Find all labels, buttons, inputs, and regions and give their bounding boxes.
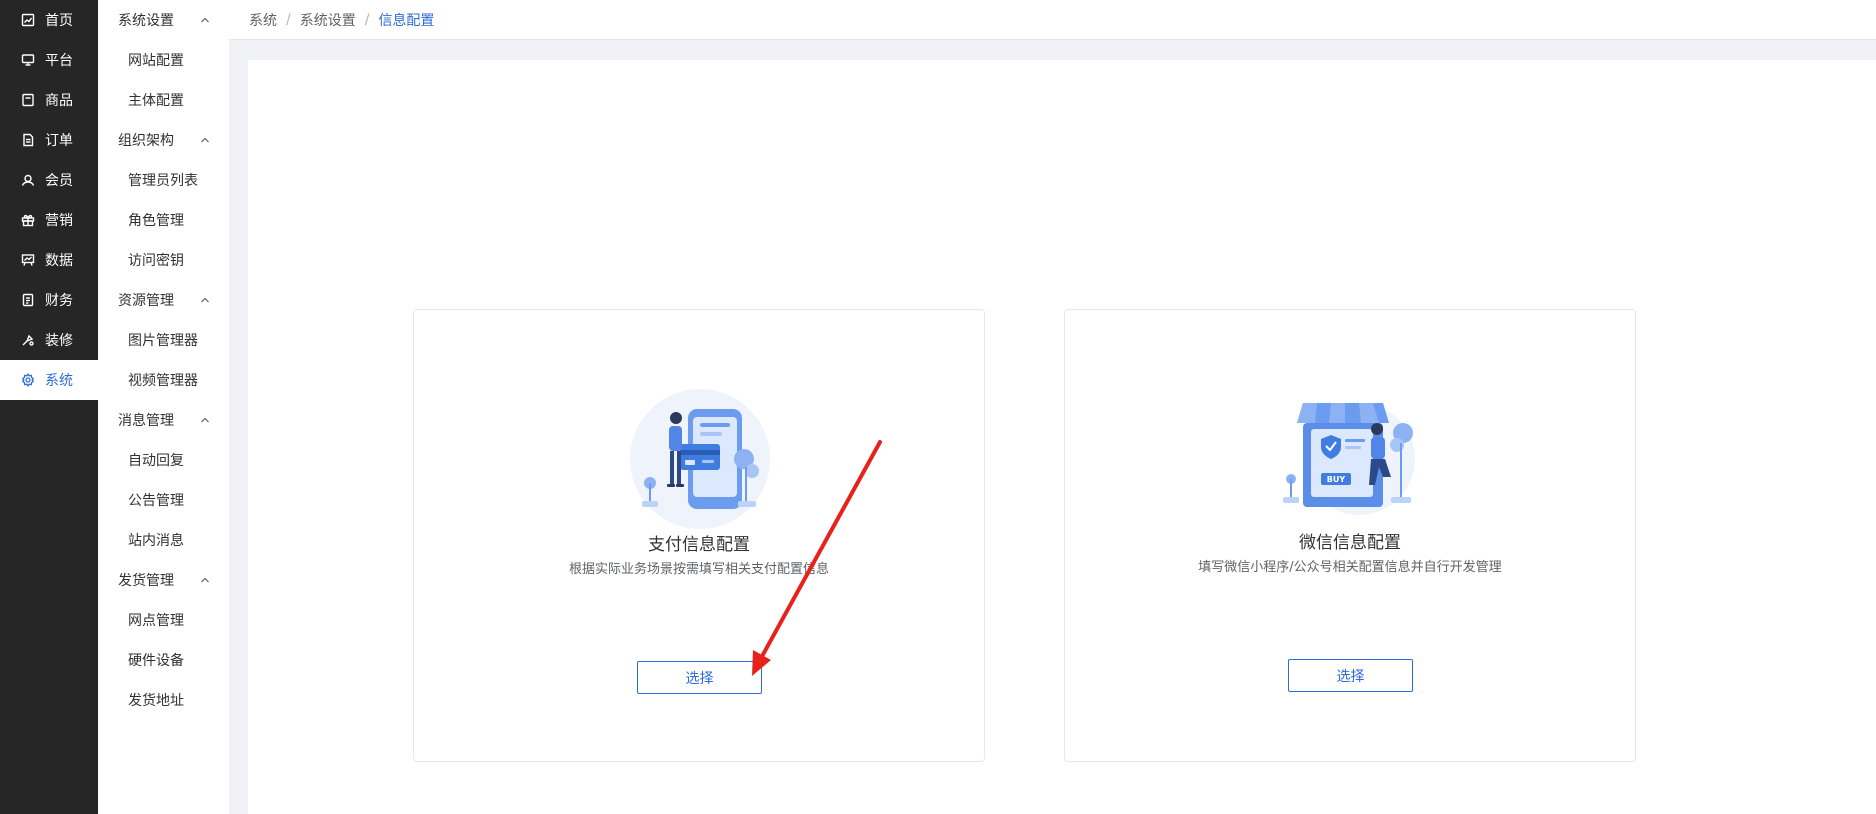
menu-item-access-keys[interactable]: 访问密钥 [98, 240, 229, 280]
breadcrumb-item-current: 信息配置 [378, 12, 435, 29]
product-icon [21, 93, 35, 107]
menu-group-label: 系统设置 [118, 13, 174, 29]
menu-item-site-config[interactable]: 网站配置 [98, 40, 229, 80]
card-title: 支付信息配置 [648, 535, 750, 555]
menu-item-entity-config[interactable]: 主体配置 [98, 80, 229, 120]
nav-item-system[interactable]: 系统 [0, 360, 98, 400]
menu-item-hardware[interactable]: 硬件设备 [98, 640, 229, 680]
menu-item-label: 硬件设备 [128, 653, 184, 669]
menu-group-organization[interactable]: 组织架构 [98, 120, 229, 160]
menu-item-label: 网点管理 [128, 613, 184, 629]
chevron-up-icon [201, 297, 209, 303]
chevron-up-icon [201, 417, 209, 423]
nav-item-label: 数据 [45, 253, 73, 269]
card-description: 根据实际业务场景按需填写相关支付配置信息 [568, 562, 829, 577]
nav-item-label: 系统 [45, 373, 73, 389]
select-button[interactable]: 选择 [1288, 659, 1413, 692]
decoration-icon [21, 333, 35, 347]
menu-item-label: 自动回复 [128, 453, 184, 469]
menu-item-label: 图片管理器 [128, 333, 198, 349]
card-title: 微信信息配置 [1299, 533, 1401, 553]
menu-group-label: 消息管理 [118, 413, 174, 429]
menu-item-label: 发货地址 [128, 693, 184, 709]
breadcrumb: 系统 / 系统设置 / 信息配置 [229, 0, 1876, 40]
menu-item-role-management[interactable]: 角色管理 [98, 200, 229, 240]
svg-text:BUY: BUY [1327, 475, 1346, 484]
chevron-up-icon [201, 137, 209, 143]
menu-item-video-manager[interactable]: 视频管理器 [98, 360, 229, 400]
nav-item-finance[interactable]: 财务 [0, 280, 98, 320]
chevron-up-icon [201, 577, 209, 583]
payment-illustration [630, 389, 770, 529]
nav-item-decoration[interactable]: 装修 [0, 320, 98, 360]
order-icon [21, 133, 35, 147]
menu-item-site-messages[interactable]: 站内消息 [98, 520, 229, 560]
nav-item-member[interactable]: 会员 [0, 160, 98, 200]
nav-item-label: 财务 [45, 293, 73, 309]
wechat-shop-illustration: BUY [1283, 403, 1415, 515]
nav-item-label: 商品 [45, 93, 73, 109]
nav-item-label: 平台 [45, 53, 73, 69]
nav-item-order[interactable]: 订单 [0, 120, 98, 160]
chart-board-icon [21, 253, 35, 267]
nav-item-label: 会员 [45, 173, 73, 189]
nav-item-platform[interactable]: 平台 [0, 40, 98, 80]
nav-item-marketing[interactable]: 营销 [0, 200, 98, 240]
menu-item-ship-address[interactable]: 发货地址 [98, 680, 229, 720]
member-icon [21, 173, 35, 187]
menu-group-shipping[interactable]: 发货管理 [98, 560, 229, 600]
nav-item-label: 订单 [45, 133, 73, 149]
menu-item-label: 角色管理 [128, 213, 184, 229]
menu-item-admin-list[interactable]: 管理员列表 [98, 160, 229, 200]
breadcrumb-item-system-settings[interactable]: 系统设置 [300, 10, 356, 30]
menu-group-system-settings[interactable]: 系统设置 [98, 0, 229, 40]
nav-item-product[interactable]: 商品 [0, 80, 98, 120]
payment-config-card: 支付信息配置 根据实际业务场景按需填写相关支付配置信息 选择 [413, 309, 985, 762]
menu-group-label: 发货管理 [118, 573, 174, 589]
card-description: 填写微信小程序/公众号相关配置信息并自行开发管理 [1198, 560, 1502, 575]
chevron-up-icon [201, 17, 209, 23]
menu-item-label: 主体配置 [128, 93, 184, 109]
finance-icon [21, 293, 35, 307]
nav-item-label: 营销 [45, 213, 73, 229]
primary-sidebar: 首页 平台 商品 订单 会员 营销 数据 财务 装修 系统 [0, 0, 98, 814]
menu-group-label: 资源管理 [118, 293, 174, 309]
gear-icon [21, 373, 35, 387]
monitor-icon [21, 53, 35, 67]
menu-item-auto-reply[interactable]: 自动回复 [98, 440, 229, 480]
main-content: 支付信息配置 根据实际业务场景按需填写相关支付配置信息 选择 BUY 微信信息配… [248, 60, 1876, 814]
menu-item-outlets[interactable]: 网点管理 [98, 600, 229, 640]
menu-item-label: 站内消息 [128, 533, 184, 549]
nav-item-label: 装修 [45, 333, 73, 349]
menu-item-label: 视频管理器 [128, 373, 198, 389]
dashboard-icon [21, 13, 35, 27]
gift-icon [21, 213, 35, 227]
nav-item-home[interactable]: 首页 [0, 0, 98, 40]
menu-group-resources[interactable]: 资源管理 [98, 280, 229, 320]
menu-item-label: 公告管理 [128, 493, 184, 509]
select-button[interactable]: 选择 [637, 661, 762, 694]
nav-item-label: 首页 [45, 13, 73, 29]
menu-item-label: 访问密钥 [128, 253, 184, 269]
menu-group-messages[interactable]: 消息管理 [98, 400, 229, 440]
wechat-config-card: BUY 微信信息配置 填写微信小程序/公众号相关配置信息并自行开发管理 选择 [1064, 309, 1636, 762]
sub-sidebar: 系统设置 网站配置 主体配置 组织架构 管理员列表 角色管理 访问密钥 资源管理… [98, 0, 229, 814]
menu-group-label: 组织架构 [118, 133, 174, 149]
breadcrumb-item-system[interactable]: 系统 [249, 10, 277, 30]
menu-item-announcements[interactable]: 公告管理 [98, 480, 229, 520]
breadcrumb-separator: / [286, 11, 291, 28]
nav-item-data[interactable]: 数据 [0, 240, 98, 280]
breadcrumb-separator: / [364, 11, 370, 28]
menu-item-label: 网站配置 [128, 53, 184, 69]
menu-item-image-manager[interactable]: 图片管理器 [98, 320, 229, 360]
menu-item-label: 管理员列表 [128, 173, 198, 189]
